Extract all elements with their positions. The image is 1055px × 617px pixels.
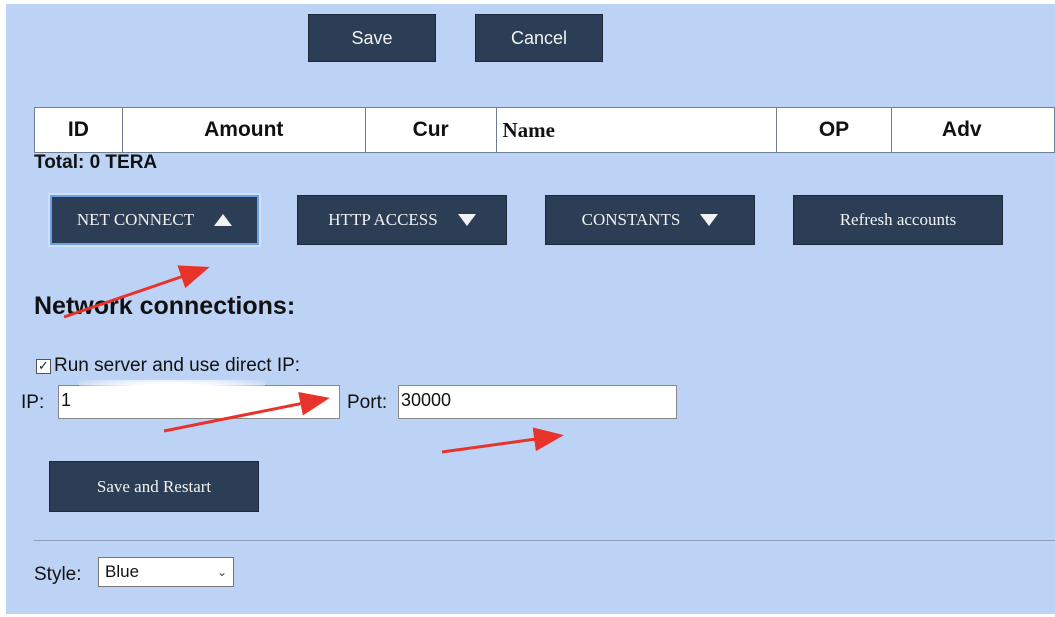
run-server-row: ✓ Run server and use direct IP: <box>36 355 300 377</box>
ip-label: IP: <box>21 392 45 413</box>
divider <box>34 540 1055 541</box>
port-label: Port: <box>347 392 388 413</box>
main-panel: Save Cancel ID Amount Cur Name OP Adv To… <box>6 4 1055 614</box>
style-label: Style: <box>34 564 82 585</box>
arrow-port-field <box>441 427 564 454</box>
section-title: Network connections: <box>34 292 296 320</box>
tab-constants[interactable]: CONSTANTS <box>545 195 755 245</box>
run-server-label: Run server and use direct IP: <box>54 355 301 376</box>
cancel-button[interactable]: Cancel <box>475 14 603 62</box>
save-button[interactable]: Save <box>308 14 436 62</box>
triangle-down-icon <box>700 214 719 226</box>
total-balance: Total: 0 TERA <box>34 152 158 173</box>
style-select[interactable]: Blue ⌄ <box>98 557 234 587</box>
accounts-table: ID Amount Cur Name OP Adv <box>34 107 1055 153</box>
style-select-value: Blue <box>105 562 140 581</box>
column-header-amount[interactable]: Amount <box>121 107 366 153</box>
tab-constants-label: CONSTANTS <box>581 210 681 229</box>
port-input[interactable]: 30000 <box>398 385 677 419</box>
column-header-op[interactable]: OP <box>776 107 892 153</box>
run-server-checkbox[interactable]: ✓ <box>36 358 51 374</box>
refresh-accounts-button[interactable]: Refresh accounts <box>793 195 1003 245</box>
tab-http-access-label: HTTP ACCESS <box>328 210 438 229</box>
triangle-up-icon <box>214 214 233 226</box>
chevron-down-icon: ⌄ <box>216 565 227 579</box>
column-header-name[interactable]: Name <box>495 107 778 153</box>
tab-net-connect-label: NET CONNECT <box>76 210 195 229</box>
column-header-cur[interactable]: Cur <box>364 107 497 153</box>
accounts-table-header-row: ID Amount Cur Name OP Adv <box>34 107 1055 153</box>
tab-net-connect[interactable]: NET CONNECT <box>50 195 259 245</box>
triangle-down-icon <box>457 214 476 226</box>
tab-http-access[interactable]: HTTP ACCESS <box>297 195 507 245</box>
column-header-adv[interactable]: Adv <box>890 107 1055 153</box>
save-and-restart-button[interactable]: Save and Restart <box>49 461 259 512</box>
column-header-id[interactable]: ID <box>34 107 123 153</box>
redaction-blur <box>79 380 265 416</box>
